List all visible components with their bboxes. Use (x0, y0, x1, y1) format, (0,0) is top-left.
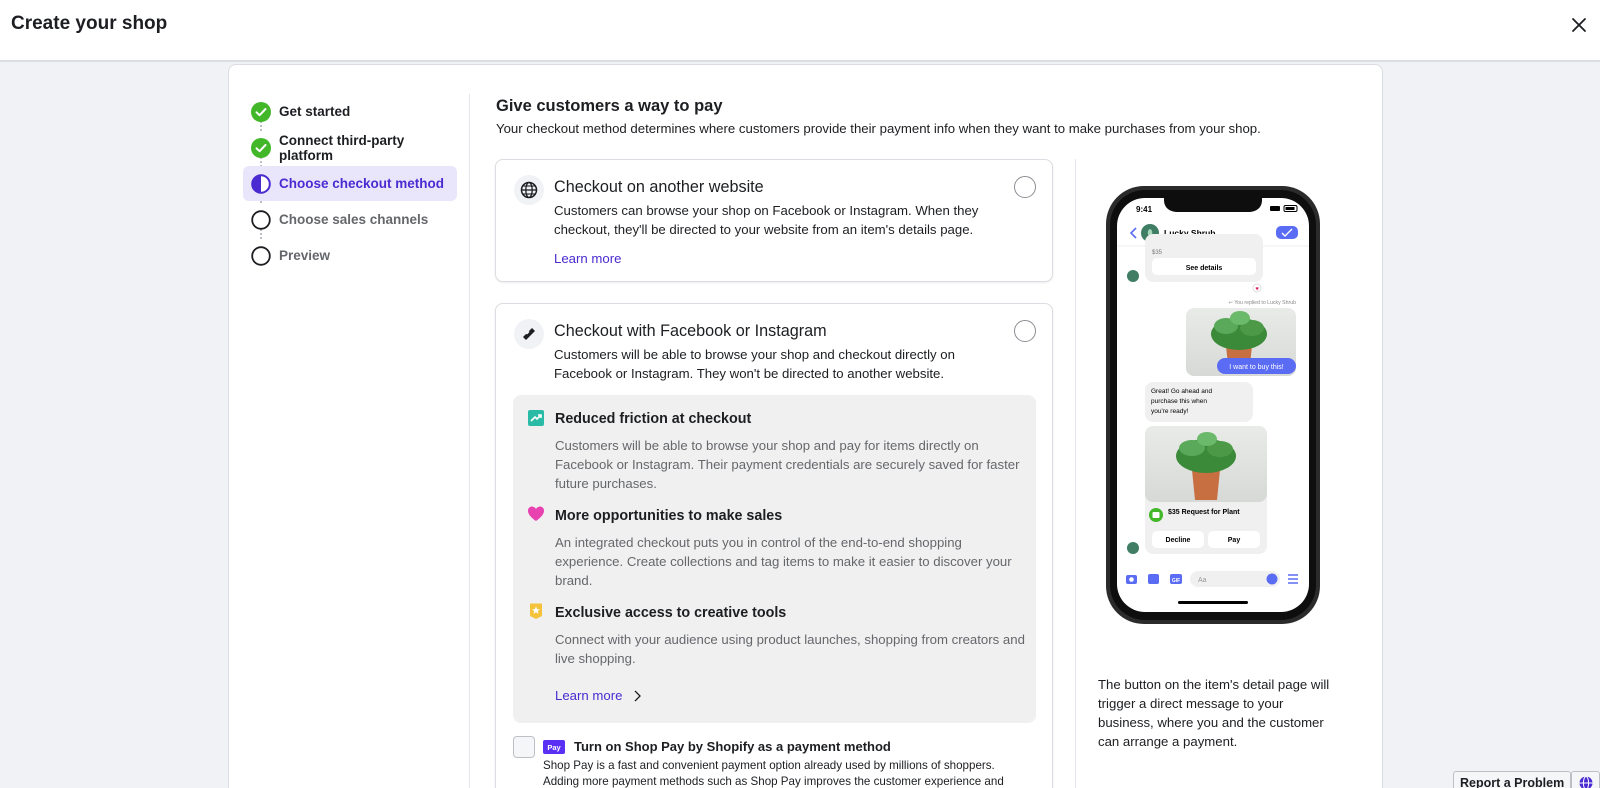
divider (469, 94, 470, 788)
close-icon[interactable] (1568, 14, 1590, 36)
trend-icon (528, 410, 544, 426)
composer-placeholder: Aa (1198, 577, 1207, 584)
image-icon (1148, 574, 1159, 584)
benefit-description: An integrated checkout puts you in contr… (555, 535, 1012, 588)
svg-text:↩ You replied to Lucky Shrub: ↩ You replied to Lucky Shrub (1228, 300, 1296, 306)
shop-pay-title: Turn on Shop Pay by Shopify as a payment… (574, 739, 891, 754)
badge-icon (530, 603, 542, 619)
check-circle-icon (251, 137, 271, 158)
phone-mockup: 9:41 Lucky Shrub $35 See details ♥ ↩ You… (1106, 186, 1320, 624)
pay-button: Pay (1228, 537, 1241, 544)
step-label: Choose checkout method (279, 176, 445, 191)
learn-more-label: Learn more (555, 688, 623, 703)
see-details-button: See details (1186, 265, 1223, 272)
empty-circle-icon (251, 209, 271, 230)
svg-text:♥: ♥ (1255, 287, 1259, 293)
check-circle-icon (251, 101, 271, 122)
step-connect-platform[interactable]: Connect third-party platform (243, 130, 457, 165)
step-choose-checkout[interactable]: Choose checkout method (243, 166, 457, 201)
shop-pay-checkbox[interactable] (513, 736, 535, 758)
step-label: Get started (279, 104, 351, 119)
benefit-title: More opportunities to make sales (555, 508, 783, 524)
top-bar: Create your shop (0, 0, 1600, 62)
heart-icon (528, 506, 544, 521)
svg-text:GIF: GIF (1172, 578, 1180, 584)
step-get-started[interactable]: Get started (243, 94, 457, 129)
decline-button: Decline (1166, 537, 1191, 544)
step-preview[interactable]: Preview (243, 238, 457, 273)
benefits-panel: Reduced friction at checkout Customers w… (513, 395, 1036, 723)
benefit-title: Exclusive access to creative tools (555, 605, 787, 621)
empty-circle-icon (251, 245, 271, 266)
stepper: Get started Connect third-party platform… (243, 94, 457, 274)
language-button[interactable] (1571, 771, 1600, 788)
learn-more-link[interactable]: Learn more (554, 251, 621, 266)
preview-caption: The button on the item's detail page wil… (1098, 677, 1330, 749)
section-subheading: Your checkout method determines where cu… (496, 121, 1261, 136)
step-label: Preview (279, 248, 331, 263)
phone-preview: 9:41 Lucky Shrub $35 See details ♥ ↩ You… (1104, 186, 1322, 624)
benefit-description: Customers will be able to browse your sh… (555, 438, 1020, 491)
shop-pay-logo: Pay (543, 740, 565, 754)
learn-more-link[interactable]: Learn more (555, 688, 644, 703)
replied-note: You replied to Lucky Shrub (1234, 300, 1296, 306)
option-description: Customers can browse your shop on Facebo… (554, 203, 979, 237)
step-label: Connect third-party platform (279, 132, 405, 163)
option-checkout-website[interactable]: Checkout on another website Customers ca… (495, 159, 1053, 282)
svg-text:you're ready!: you're ready! (1151, 408, 1189, 415)
globe-icon (514, 175, 544, 205)
shop-pay-description: Shop Pay is a fast and convenient paymen… (543, 759, 1004, 788)
price-small: $35 (1152, 250, 1163, 256)
step-choose-channels[interactable]: Choose sales channels (243, 202, 457, 237)
report-problem-button[interactable]: Report a Problem (1453, 771, 1572, 788)
benefit-description: Connect with your audience using product… (555, 632, 1025, 666)
globe-icon (1579, 776, 1592, 788)
section-heading: Give customers a way to pay (496, 97, 723, 115)
page-title: Create your shop (11, 13, 168, 34)
user-message: I want to buy this! (1229, 364, 1284, 371)
option-title: Checkout with Facebook or Instagram (554, 322, 827, 340)
benefit-title: Reduced friction at checkout (555, 411, 752, 427)
option-title: Checkout on another website (554, 178, 764, 196)
half-circle-icon (251, 173, 271, 194)
radio-checkout-website[interactable] (1014, 176, 1036, 198)
svg-text:purchase this when: purchase this when (1151, 398, 1207, 405)
chevron-right-icon (634, 690, 642, 701)
option-description: Customers will be able to browse your sh… (554, 347, 955, 381)
tag-icon (514, 319, 544, 349)
step-label: Choose sales channels (279, 212, 429, 227)
radio-checkout-facebook[interactable] (1014, 320, 1036, 342)
divider (1075, 159, 1076, 788)
option-checkout-facebook[interactable]: Checkout with Facebook or Instagram Cust… (495, 303, 1053, 788)
payment-request: $35 Request for Plant (1168, 509, 1240, 516)
phone-time: 9:41 (1136, 205, 1153, 214)
svg-text:Great! Go ahead and: Great! Go ahead and (1151, 388, 1212, 395)
